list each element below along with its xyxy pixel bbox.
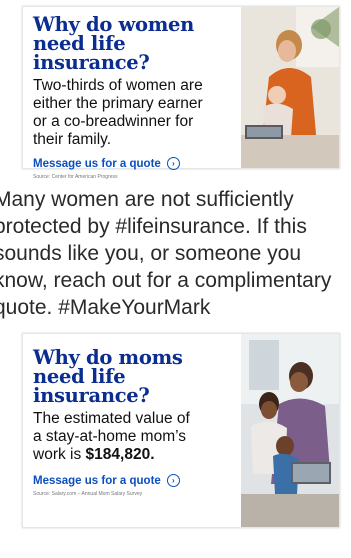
message-us-link[interactable]: Message us for a quote › xyxy=(33,157,243,170)
chevron-right-circle-icon: › xyxy=(166,474,180,487)
caption-line: Many women are not sufficiently xyxy=(0,188,294,211)
cta-label: Message us for a quote xyxy=(33,157,161,170)
photo-mother-baby-laptop xyxy=(241,7,339,168)
cta-label: Message us for a quote xyxy=(33,474,161,487)
ad-title: Why do women need life insurance? xyxy=(33,15,243,74)
ad-title: Why do moms need life insurance? xyxy=(33,348,243,407)
ad-body-line: The estimated value of xyxy=(33,410,190,427)
photo-family-laptop xyxy=(241,334,339,527)
source-note: Source: Salary.com – Annual Mom Salary S… xyxy=(33,491,143,497)
ad-card-moms: Why do moms need life insurance? The est… xyxy=(22,333,340,528)
ad-title-line: need life insurance? xyxy=(33,365,150,407)
ad-body-line: their family. xyxy=(33,131,112,148)
message-us-link[interactable]: Message us for a quote › xyxy=(33,474,243,487)
ad-body-line: Two-thirds of women are xyxy=(33,77,203,94)
caption-line: know, reach out for a complimentary xyxy=(0,269,332,292)
chevron-right-circle-icon: › xyxy=(166,157,180,170)
ad-card-text: Why do moms need life insurance? The est… xyxy=(33,348,243,497)
caption-line: protected by #lifeinsurance. If this xyxy=(0,215,307,238)
ad-card-text: Why do women need life insurance? Two-th… xyxy=(33,15,243,180)
ad-body-line: work is $184,820. xyxy=(33,446,243,464)
source-note: Source: Center for American Progress xyxy=(33,174,118,180)
ad-body-line: a stay-at-home mom’s xyxy=(33,428,187,445)
caption-line: quote. #MakeYourMark xyxy=(0,296,211,319)
ad-title-line: need life insurance? xyxy=(33,32,150,74)
caption-line: sounds like you, or someone you xyxy=(0,242,302,265)
ad-body-line: or a co-breadwinner for xyxy=(33,113,194,130)
ad-body: The estimated value of a stay-at-home mo… xyxy=(33,410,243,464)
salary-amount: $184,820. xyxy=(85,446,155,463)
ad-body: Two-thirds of women are either the prima… xyxy=(33,77,243,149)
ad-body-line: either the primary earner xyxy=(33,95,203,112)
ad-card-women: Why do women need life insurance? Two-th… xyxy=(22,6,340,180)
ad-body-text: work is xyxy=(33,446,86,463)
post-caption: Many women are not sufficiently protecte… xyxy=(0,186,351,321)
